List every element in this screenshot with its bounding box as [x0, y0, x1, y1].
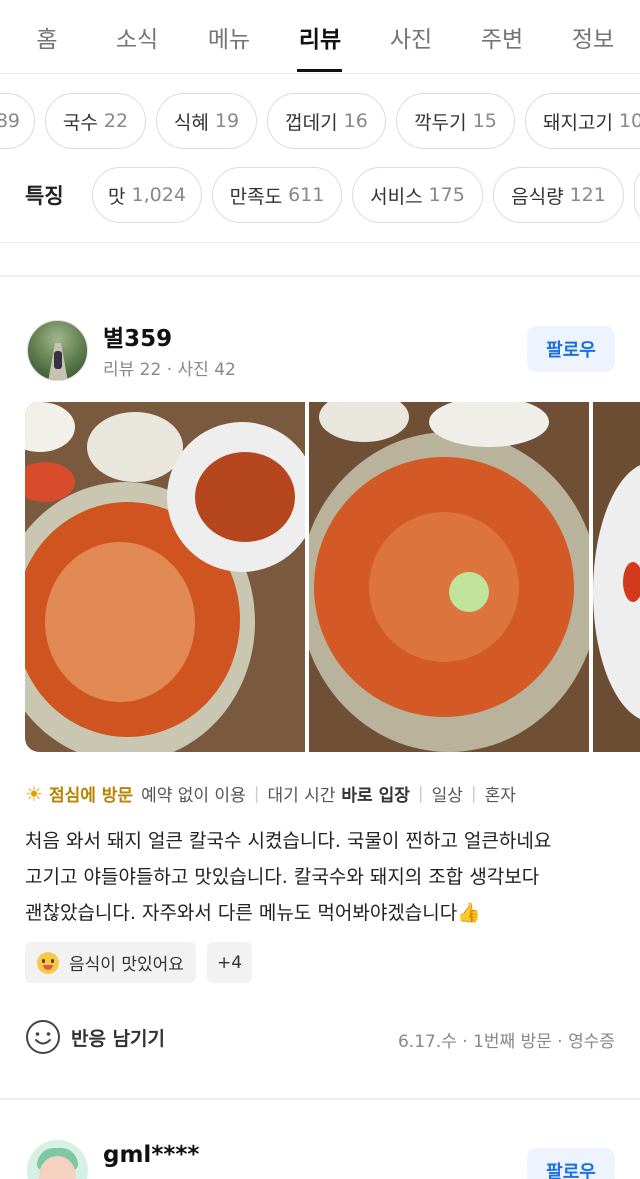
follow-button[interactable]: 팔로우: [527, 1148, 615, 1179]
feature-chip[interactable]: 음식량 121: [493, 167, 624, 223]
keyword-chip[interactable]: 깍두기 15: [396, 93, 515, 149]
keyword-chip-row: 89 국수 22 식혜 19 껍데기 16 깍두기 15 돼지고기 10: [0, 93, 640, 149]
review-keyword-tag[interactable]: 음식이 맛있어요: [25, 942, 196, 983]
avatar[interactable]: [27, 1140, 88, 1179]
active-tab-indicator: [297, 69, 342, 72]
review-date-meta: 6.17.수 · 1번째 방문 · 영수증: [397, 1032, 615, 1052]
visit-info: ☀ 점심에 방문 예약 없이 이용 | 대기 시간 바로 입장 | 일상 | 혼…: [25, 781, 516, 807]
review-text-line: 괜찮았습니다. 자주와서 다른 메뉴도 먹어봐야겠습니다👍: [25, 902, 481, 924]
review-text[interactable]: 처음 와서 돼지 얼큰 칼국수 시켰습니다. 국물이 찐하고 얼큰하네요 고기고…: [25, 823, 625, 931]
reviewer-name[interactable]: gml****: [103, 1142, 199, 1168]
feature-chip[interactable]: [634, 167, 640, 223]
leave-reaction-button[interactable]: 반응 남기기: [25, 1019, 165, 1055]
keyword-chip[interactable]: 돼지고기 10: [525, 93, 640, 149]
review-photo[interactable]: [309, 402, 589, 752]
divider: [0, 1098, 640, 1100]
review-photo-carousel[interactable]: [25, 402, 640, 752]
keyword-chip[interactable]: 국수 22: [45, 93, 146, 149]
tab-bar: 홈 소식 메뉴 리뷰 사진 주변 정보: [0, 0, 640, 74]
keyword-chip[interactable]: 식혜 19: [156, 93, 257, 149]
review-text-line: 처음 와서 돼지 얼큰 칼국수 시켰습니다. 국물이 찐하고 얼큰하네요: [25, 830, 552, 852]
tab-reviews[interactable]: 리뷰: [299, 20, 341, 54]
reviewer-stats: 리뷰 22 · 사진 42: [103, 360, 236, 380]
sun-icon: ☀: [25, 781, 43, 806]
keyword-chip[interactable]: 89: [0, 93, 35, 149]
smile-outline-icon: [25, 1019, 61, 1055]
tab-news[interactable]: 소식: [116, 20, 158, 54]
visit-purpose: 일상: [431, 786, 463, 806]
visit-wait-value: 바로 입장: [341, 786, 410, 806]
divider: [0, 242, 640, 243]
keyword-chip[interactable]: 껍데기 16: [267, 93, 386, 149]
visit-reservation: 예약 없이 이용: [141, 786, 246, 806]
tab-info[interactable]: 정보: [572, 20, 614, 54]
review-photo[interactable]: [593, 402, 640, 752]
more-tags-button[interactable]: +4: [207, 942, 253, 983]
divider: [0, 275, 640, 277]
follow-button[interactable]: 팔로우: [527, 326, 615, 372]
feature-chip-row: 맛 1,024 만족도 611 서비스 175 음식량 121: [0, 167, 640, 223]
tab-photos[interactable]: 사진: [390, 20, 432, 54]
feature-chip[interactable]: 서비스 175: [352, 167, 483, 223]
review-photo[interactable]: [25, 402, 305, 752]
visit-time: 점심에 방문: [48, 786, 134, 806]
visit-companion: 혼자: [484, 786, 516, 806]
yum-emoji-icon: [37, 951, 59, 974]
visit-wait-label: 대기 시간: [267, 786, 336, 806]
reviewer-name[interactable]: 별359: [103, 319, 172, 353]
tab-home[interactable]: 홈: [36, 20, 57, 54]
feature-chip[interactable]: 만족도 611: [212, 167, 342, 223]
review-text-line: 고기고 야들야들하고 맛있습니다. 칼국수와 돼지의 조합 생각보다: [25, 866, 540, 888]
tab-menu[interactable]: 메뉴: [208, 20, 250, 54]
avatar[interactable]: [27, 320, 88, 381]
tab-nearby[interactable]: 주변: [481, 20, 523, 54]
feature-chip[interactable]: 맛 1,024: [92, 167, 202, 223]
